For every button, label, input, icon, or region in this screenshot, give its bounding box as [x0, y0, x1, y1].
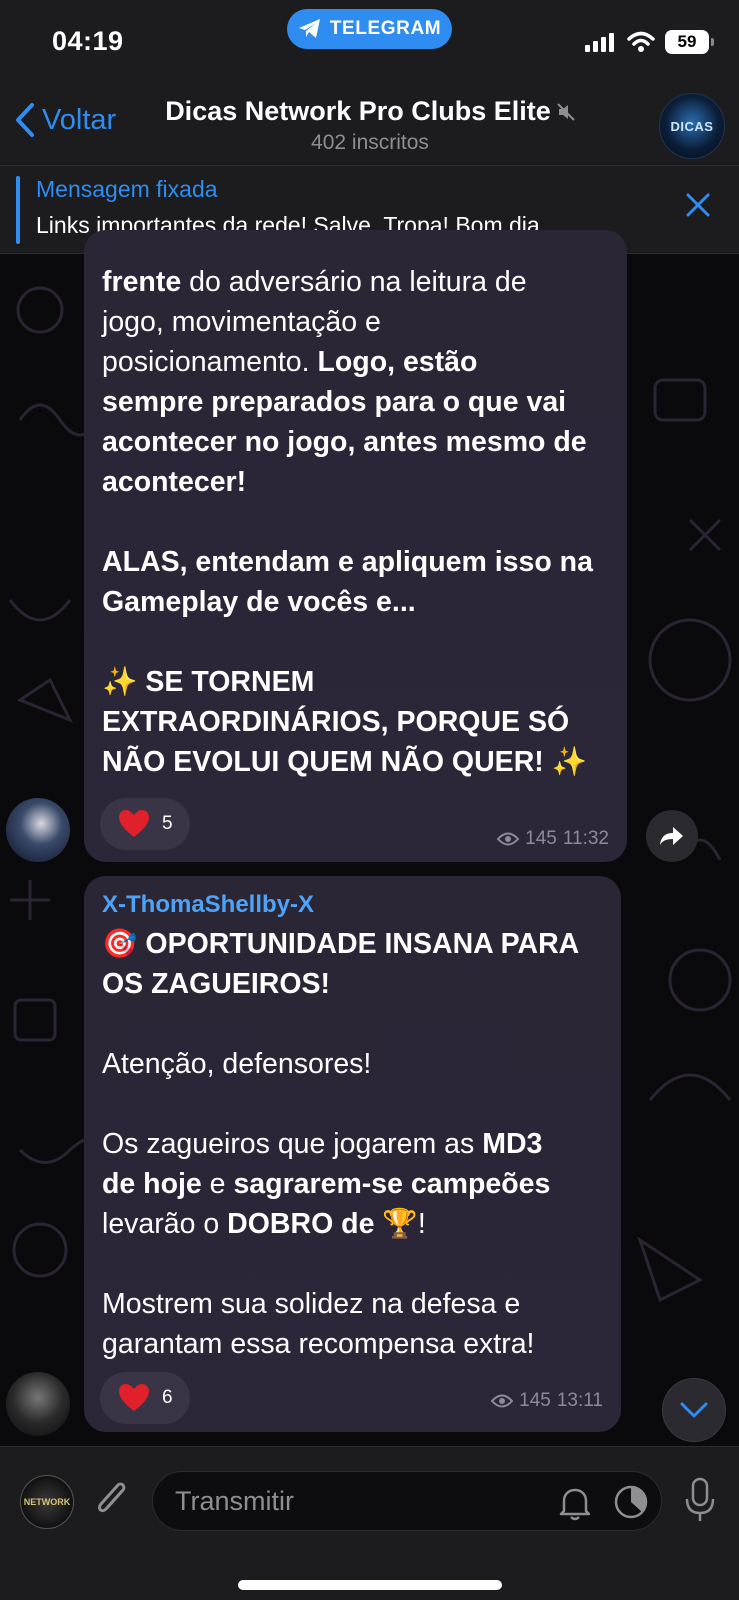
telegram-plane-icon — [298, 19, 320, 38]
heart-icon — [119, 1384, 149, 1411]
eye-icon — [491, 1394, 514, 1408]
wifi-icon — [627, 31, 655, 52]
message-meta: 145 11:32 — [497, 828, 609, 850]
channel-avatar-text: DICAS — [670, 118, 714, 134]
chat-header: Voltar Dicas Network Pro Clubs Elite 402… — [0, 88, 739, 166]
app-pill-label: TELEGRAM — [329, 18, 442, 39]
input-placeholder: Transmitir — [175, 1485, 294, 1516]
send-as-avatar-text: NETWORK — [23, 1497, 71, 1507]
message-text: 🎯 OPORTUNIDADE INSANA PARA OS ZAGUEIROS!… — [102, 928, 580, 1360]
status-icons: 59 — [585, 30, 714, 54]
reaction-count: 5 — [162, 813, 173, 834]
close-icon[interactable] — [685, 192, 711, 218]
chat-title: Dicas Network Pro Clubs Elite — [165, 96, 551, 126]
attach-icon[interactable] — [92, 1477, 132, 1523]
subscriber-count: 402 inscritos — [311, 131, 429, 154]
share-icon — [660, 827, 683, 845]
home-indicator[interactable] — [238, 1580, 502, 1590]
share-button[interactable] — [646, 810, 698, 862]
message-time: 11:32 — [562, 828, 609, 849]
bell-icon[interactable] — [558, 1485, 592, 1521]
chevron-left-icon — [16, 103, 34, 137]
eye-icon — [497, 832, 520, 846]
message-text: frente do adversário na leitura de jogo,… — [102, 266, 593, 778]
reaction-heart[interactable]: 6 — [100, 1372, 190, 1424]
message-bubble[interactable]: X-ThomaShellby-X 🎯 OPORTUNIDADE INSANA P… — [84, 876, 621, 1432]
back-label: Voltar — [42, 103, 117, 136]
status-bar: 04:19 TELEGRAM 59 — [0, 0, 739, 88]
message-meta: 145 13:11 — [491, 1390, 603, 1412]
chevron-down-icon — [680, 1402, 708, 1418]
heart-icon — [119, 810, 149, 837]
chat-title-area[interactable]: Dicas Network Pro Clubs Elite 402 inscri… — [140, 96, 600, 155]
view-count: 145 — [525, 828, 557, 849]
reaction-count: 6 — [162, 1387, 173, 1408]
channel-avatar[interactable]: DICAS — [659, 93, 725, 159]
signal-icon — [585, 33, 614, 52]
scroll-to-bottom-button[interactable] — [662, 1378, 726, 1442]
sender-name[interactable]: X-ThomaShellby-X — [102, 876, 603, 920]
pinned-indicator — [16, 176, 20, 244]
message-bubble[interactable]: frente do adversário na leitura de jogo,… — [84, 230, 627, 862]
timer-icon[interactable] — [612, 1483, 650, 1521]
mute-icon — [557, 102, 575, 121]
battery-indicator: 59 — [665, 30, 714, 54]
reaction-heart[interactable]: 5 — [100, 798, 190, 850]
view-count: 145 — [519, 1390, 551, 1411]
message-time: 13:11 — [556, 1390, 603, 1411]
mic-icon[interactable] — [684, 1477, 716, 1525]
sender-avatar[interactable] — [6, 798, 70, 862]
back-button[interactable]: Voltar — [14, 102, 116, 138]
pinned-title: Mensagem fixada — [36, 176, 218, 202]
input-bar: NETWORK Transmitir — [0, 1446, 739, 1600]
sender-avatar[interactable] — [6, 1372, 70, 1436]
status-time: 04:19 — [52, 26, 124, 56]
telegram-return-pill[interactable]: TELEGRAM — [287, 9, 452, 49]
send-as-avatar[interactable]: NETWORK — [20, 1475, 74, 1529]
